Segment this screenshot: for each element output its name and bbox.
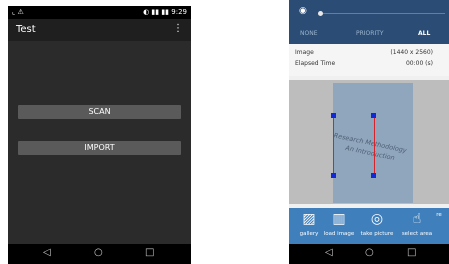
selection-handle[interactable] [331, 173, 336, 178]
image-viewer[interactable]: Research Methodology An Introduction [289, 80, 449, 204]
selection-handle[interactable] [331, 113, 336, 118]
selection-area[interactable] [333, 115, 375, 175]
load-image-button[interactable]: ▥ load image [319, 208, 359, 244]
left-phone-screen: ⌞ ⚠ ◐ ▮▮ ▮▮ 9:29 Test ⋮ SCAN IMPORT ◁ ○ … [8, 6, 191, 264]
vibrate-icon[interactable]: ◉ [299, 6, 307, 16]
info-label: Image [295, 49, 314, 56]
info-value: 00:00 (s) [405, 60, 433, 67]
recent-apps-icon[interactable]: □ [407, 247, 416, 258]
selection-handle[interactable] [371, 173, 376, 178]
tool-label: re [436, 212, 442, 218]
app-bar: Test ⋮ [8, 19, 191, 41]
camera-icon: ◎ [370, 211, 384, 227]
volume-slider-track[interactable] [323, 13, 445, 14]
info-value: (1440 x 2560) [390, 49, 433, 56]
recent-apps-icon[interactable]: □ [145, 247, 154, 258]
tab-all[interactable]: ALL [418, 30, 430, 37]
folder-icon: ▥ [332, 211, 346, 227]
tool-label: load image [323, 231, 355, 237]
status-left-icons: ⌞ ⚠ [12, 8, 24, 16]
scan-button[interactable]: SCAN [18, 105, 181, 119]
right-phone-screen: ◉ NONE PRIORITY ALL Image (1440 x 2560) … [289, 0, 449, 264]
back-icon[interactable]: ◁ [43, 247, 51, 258]
home-icon[interactable]: ○ [365, 247, 374, 258]
app-title: Test [16, 24, 36, 35]
image-info-panel: Image (1440 x 2560) Elapsed Time 00:00 (… [289, 44, 449, 76]
home-icon[interactable]: ○ [94, 247, 103, 258]
status-bar: ⌞ ⚠ ◐ ▮▮ ▮▮ 9:29 [8, 6, 191, 19]
signal-icons: ◐ ▮▮ ▮▮ [143, 8, 170, 16]
action-toolbar: ▨ gallery ▥ load image ◎ take picture ☝ … [289, 208, 449, 244]
truncated-tool-button[interactable]: re [429, 208, 449, 244]
tab-none[interactable]: NONE [300, 30, 318, 37]
take-picture-button[interactable]: ◎ take picture [357, 208, 397, 244]
notification-shade: ◉ NONE PRIORITY ALL [289, 0, 449, 44]
back-icon[interactable]: ◁ [325, 247, 333, 258]
navigation-bar: ◁ ○ □ [289, 244, 449, 264]
status-time: 9:29 [171, 8, 187, 16]
info-label: Elapsed Time [295, 60, 336, 67]
tab-priority[interactable]: PRIORITY [356, 30, 384, 37]
navigation-bar: ◁ ○ □ [8, 244, 191, 264]
selection-handle[interactable] [371, 113, 376, 118]
import-button[interactable]: IMPORT [18, 141, 181, 155]
tool-label: take picture [360, 231, 394, 237]
status-right: ◐ ▮▮ ▮▮ 9:29 [143, 8, 187, 16]
overflow-menu-icon[interactable]: ⋮ [173, 23, 183, 34]
